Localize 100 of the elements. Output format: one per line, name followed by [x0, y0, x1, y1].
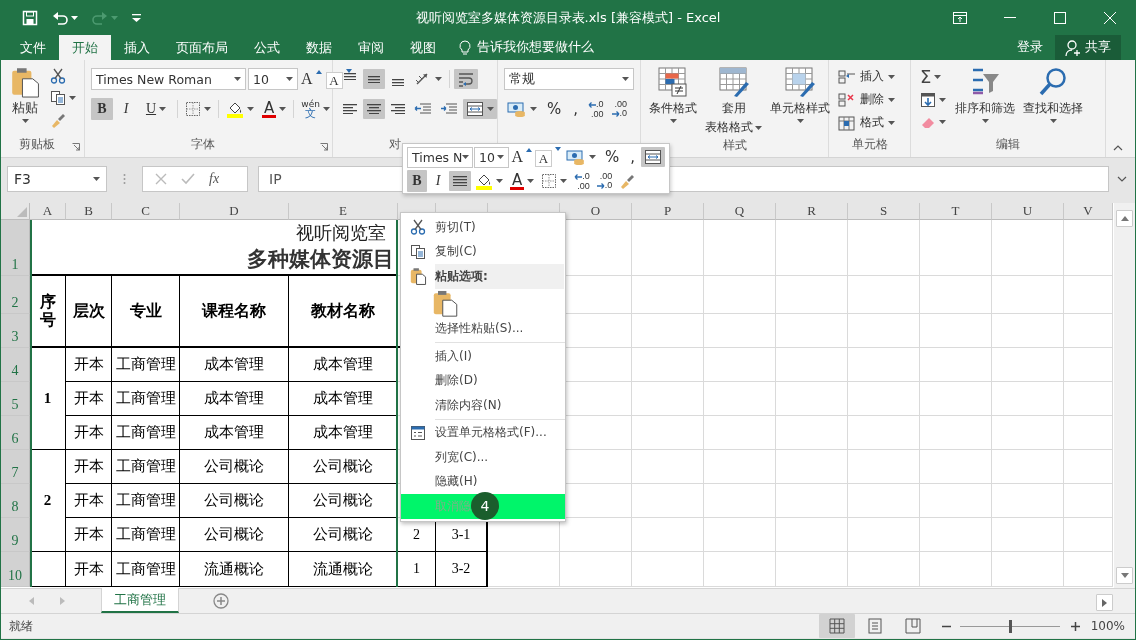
- row-header[interactable]: 9: [1, 518, 30, 552]
- decrease-decimal-button[interactable]: .0 .00: [571, 169, 593, 193]
- column-header[interactable]: P: [632, 203, 704, 220]
- sheet-tab[interactable]: 工商管理: [101, 588, 179, 613]
- format-as-table-button[interactable]: 套用 表格格式: [703, 66, 764, 136]
- row-header[interactable]: 4: [1, 348, 30, 382]
- sort-filter-button[interactable]: 排序和筛选: [953, 66, 1017, 135]
- column-header[interactable]: O: [560, 203, 632, 220]
- conditional-formatting-button[interactable]: 条件格式: [647, 66, 699, 136]
- insert-function-button[interactable]: fx: [209, 171, 220, 187]
- right-arrow-icon: [60, 597, 65, 605]
- number-format-field[interactable]: 常规: [504, 68, 634, 90]
- menu-item[interactable]: 删除(D): [401, 368, 565, 393]
- row-header[interactable]: 6: [1, 416, 30, 450]
- percent-button[interactable]: %: [542, 98, 567, 120]
- grow-font-button[interactable]: A: [510, 146, 533, 168]
- scroll-up-button[interactable]: [1116, 210, 1133, 227]
- column-header[interactable]: T: [920, 203, 992, 220]
- italic-button[interactable]: I: [428, 170, 448, 192]
- middle-align-button[interactable]: [363, 69, 385, 89]
- row-header[interactable]: 5: [1, 382, 30, 416]
- column-header[interactable]: V: [1064, 203, 1113, 220]
- row-header[interactable]: 1: [1, 220, 30, 276]
- row-header[interactable]: 8: [1, 484, 30, 518]
- column-header[interactable]: A: [30, 203, 66, 220]
- ribbon-tab[interactable]: 视图: [397, 35, 449, 60]
- sign-in-link[interactable]: 登录: [1005, 35, 1055, 60]
- percent-button[interactable]: %: [599, 146, 625, 168]
- bold-button[interactable]: B: [407, 170, 427, 192]
- menu-item[interactable]: 清除内容(N): [401, 393, 565, 418]
- ribbon-tab[interactable]: 插入: [111, 35, 163, 60]
- delete-cells-button[interactable]: 删除: [835, 89, 898, 110]
- cell-styles-button[interactable]: 单元格样式: [768, 66, 832, 136]
- font-color-button[interactable]: A: [259, 98, 290, 120]
- increase-decimal-button[interactable]: .00 .0: [608, 97, 631, 121]
- scroll-right-button[interactable]: [1096, 594, 1113, 611]
- name-box[interactable]: F3: [7, 166, 107, 192]
- ribbon-tab[interactable]: 数据: [293, 35, 345, 60]
- ribbon-tab[interactable]: 页面布局: [163, 35, 241, 60]
- accounting-format-button[interactable]: [504, 99, 540, 119]
- format-cells-button[interactable]: 格式: [835, 112, 898, 133]
- column-header[interactable]: S: [848, 203, 920, 220]
- decrease-decimal-button[interactable]: .0 .00: [585, 97, 607, 121]
- comma-button[interactable]: ,: [625, 146, 640, 168]
- menu-item[interactable]: 选择性粘贴(S)...: [401, 316, 565, 341]
- column-header[interactable]: Q: [704, 203, 776, 220]
- table-cell: 3-2: [436, 552, 488, 587]
- merge-center-button[interactable]: [463, 99, 497, 119]
- center-button[interactable]: [449, 171, 471, 191]
- normal-view-button[interactable]: [819, 614, 855, 638]
- sheet-title: 视听阅览室: [296, 222, 387, 245]
- tell-me-field[interactable]: 告诉我你想要做什么: [449, 35, 604, 60]
- menu-item[interactable]: 取消隐 4: [401, 494, 565, 519]
- zoom-in-button[interactable]: [1068, 619, 1083, 633]
- insert-cells-button[interactable]: 插入: [835, 66, 898, 87]
- font-name-field[interactable]: Times New Roman: [91, 68, 246, 90]
- menu-item[interactable]: 隐藏(H): [401, 469, 565, 494]
- row-header[interactable]: 10: [1, 552, 30, 587]
- menu-item[interactable]: 列宽(C)...: [401, 445, 565, 470]
- ribbon-tab[interactable]: 开始: [59, 35, 111, 60]
- increase-decimal-button[interactable]: .00 .0: [593, 169, 616, 193]
- align-left-icon: [342, 104, 358, 115]
- column-header[interactable]: D: [180, 203, 289, 220]
- column-header[interactable]: B: [66, 203, 112, 220]
- column-header[interactable]: E: [289, 203, 398, 220]
- caret-icon: [159, 107, 167, 111]
- find-select-button[interactable]: 查找和选择: [1021, 66, 1085, 135]
- font-size-field[interactable]: 10: [248, 68, 298, 90]
- ribbon-tab[interactable]: 文件: [7, 35, 59, 60]
- share-button[interactable]: 共享: [1055, 35, 1121, 60]
- font-name-field[interactable]: Times N: [407, 146, 473, 168]
- ribbon-tab[interactable]: 公式: [241, 35, 293, 60]
- ribbon-tab[interactable]: 审阅: [345, 35, 397, 60]
- italic-button[interactable]: I: [115, 98, 137, 120]
- font-color-button[interactable]: A: [507, 170, 538, 192]
- column-header[interactable]: C: [112, 203, 180, 220]
- merge-center-button[interactable]: [641, 147, 665, 167]
- menu-item[interactable]: 设置单元格格式(F)...: [401, 420, 565, 445]
- row-header[interactable]: 7: [1, 450, 30, 484]
- group-label: 编辑: [995, 136, 1021, 153]
- wrap-text-button[interactable]: [454, 69, 478, 89]
- shrink-font-button[interactable]: A: [533, 145, 562, 169]
- column-header[interactable]: U: [992, 203, 1064, 220]
- font-size-field[interactable]: 10: [474, 146, 510, 168]
- menu-item[interactable]: 插入(I): [401, 344, 565, 369]
- grow-font-button[interactable]: A: [300, 68, 323, 90]
- shrink-font-button[interactable]: A: [324, 67, 353, 91]
- center-button[interactable]: [363, 99, 385, 119]
- paste-button[interactable]: 粘贴: [7, 66, 43, 123]
- scroll-down-button[interactable]: [1116, 567, 1133, 584]
- menu-item[interactable]: 复制(C): [401, 239, 565, 264]
- paste-option-button[interactable]: [431, 288, 459, 317]
- row-header[interactable]: 2: [1, 276, 30, 314]
- bold-button[interactable]: B: [91, 98, 113, 120]
- autosum-button[interactable]: Σ: [917, 66, 949, 88]
- column-header[interactable]: R: [776, 203, 848, 220]
- underline-button[interactable]: U: [139, 98, 173, 120]
- row-header[interactable]: 3: [1, 314, 30, 348]
- phonetic-button[interactable]: wén 文: [298, 97, 333, 121]
- comma-button[interactable]: ,: [568, 98, 584, 120]
